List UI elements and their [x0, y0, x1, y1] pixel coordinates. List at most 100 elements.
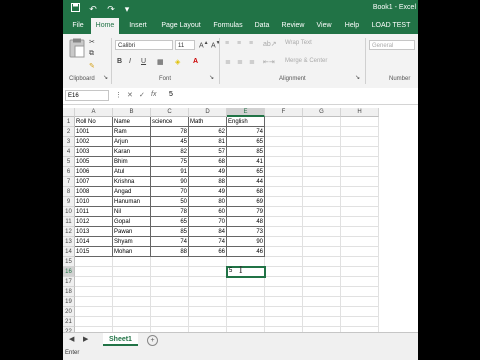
cell[interactable]: [341, 207, 379, 217]
cell[interactable]: [265, 167, 303, 177]
cell[interactable]: [303, 117, 341, 127]
table-cell[interactable]: 65: [151, 217, 189, 227]
wrap-text-button[interactable]: Wrap Text: [285, 40, 312, 46]
cell[interactable]: [227, 287, 265, 297]
cell[interactable]: [265, 187, 303, 197]
cell[interactable]: [113, 257, 151, 267]
undo-icon[interactable]: ↶: [87, 3, 99, 15]
table-cell[interactable]: 41: [227, 157, 265, 167]
cell[interactable]: [303, 157, 341, 167]
table-cell[interactable]: 74: [151, 237, 189, 247]
cell[interactable]: [265, 317, 303, 327]
table-cell[interactable]: Pawan: [113, 227, 151, 237]
tab-data[interactable]: Data: [251, 18, 273, 34]
cell[interactable]: [303, 167, 341, 177]
row-header-3[interactable]: 3: [63, 137, 75, 147]
column-header-b[interactable]: B: [113, 108, 151, 117]
table-cell[interactable]: 85: [227, 147, 265, 157]
table-cell[interactable]: 79: [227, 207, 265, 217]
row-header-9[interactable]: 9: [63, 197, 75, 207]
row-header-15[interactable]: 15: [63, 257, 75, 267]
table-cell[interactable]: 60: [189, 207, 227, 217]
tab-insert[interactable]: Insert: [125, 18, 151, 34]
orientation-icon[interactable]: ab↗: [263, 40, 277, 48]
cell[interactable]: [227, 277, 265, 287]
cell[interactable]: [113, 287, 151, 297]
cell[interactable]: [189, 277, 227, 287]
table-cell[interactable]: 1002: [75, 137, 113, 147]
table-cell[interactable]: 65: [227, 167, 265, 177]
top-align-icon[interactable]: ≡: [225, 40, 229, 47]
table-cell[interactable]: Shyam: [113, 237, 151, 247]
customize-quick-access-icon[interactable]: ▾: [121, 3, 133, 15]
column-header-h[interactable]: H: [341, 108, 379, 117]
cell[interactable]: [151, 287, 189, 297]
cell[interactable]: [75, 317, 113, 327]
cell[interactable]: [265, 307, 303, 317]
tab-review[interactable]: Review: [279, 18, 307, 34]
table-cell[interactable]: 1010: [75, 197, 113, 207]
cell[interactable]: [151, 257, 189, 267]
italic-button[interactable]: I: [129, 58, 131, 65]
cell[interactable]: [303, 267, 341, 277]
sheet-tab-sheet1[interactable]: Sheet1: [103, 333, 138, 346]
table-cell[interactable]: 80: [189, 197, 227, 207]
cell[interactable]: [265, 257, 303, 267]
increase-font-size-icon[interactable]: A▲: [199, 40, 209, 49]
cell[interactable]: [265, 227, 303, 237]
cell[interactable]: [113, 277, 151, 287]
font-size-combo[interactable]: 11: [175, 40, 195, 50]
table-cell[interactable]: 70: [151, 187, 189, 197]
insert-function-button[interactable]: fx: [151, 91, 156, 98]
cell[interactable]: [75, 267, 113, 277]
table-cell[interactable]: 48: [227, 217, 265, 227]
table-cell[interactable]: 74: [189, 237, 227, 247]
cell[interactable]: [265, 277, 303, 287]
cell[interactable]: [341, 187, 379, 197]
number-format-combo[interactable]: General: [369, 40, 415, 50]
table-cell[interactable]: 73: [227, 227, 265, 237]
tab-formulas[interactable]: Formulas: [211, 18, 245, 34]
cell[interactable]: [151, 267, 189, 277]
table-cell[interactable]: 46: [227, 247, 265, 257]
cell[interactable]: [303, 307, 341, 317]
column-header-c[interactable]: C: [151, 108, 189, 117]
cell[interactable]: [151, 317, 189, 327]
tab-home[interactable]: Home: [91, 18, 119, 34]
table-cell[interactable]: 1012: [75, 217, 113, 227]
cell[interactable]: [189, 287, 227, 297]
borders-icon[interactable]: ▦: [157, 58, 164, 66]
cell[interactable]: [341, 157, 379, 167]
table-cell[interactable]: 66: [189, 247, 227, 257]
table-cell[interactable]: 74: [227, 127, 265, 137]
cell[interactable]: [303, 257, 341, 267]
table-cell[interactable]: 78: [151, 207, 189, 217]
table-header-cell[interactable]: Math: [189, 117, 227, 127]
table-cell[interactable]: 88: [189, 177, 227, 187]
table-cell[interactable]: 62: [189, 127, 227, 137]
row-header-2[interactable]: 2: [63, 127, 75, 137]
table-cell[interactable]: 68: [189, 157, 227, 167]
cell[interactable]: [265, 177, 303, 187]
table-cell[interactable]: 1003: [75, 147, 113, 157]
save-icon[interactable]: [69, 3, 81, 15]
row-header-12[interactable]: 12: [63, 227, 75, 237]
cell[interactable]: [303, 147, 341, 157]
table-cell[interactable]: Mohan: [113, 247, 151, 257]
table-header-cell[interactable]: English: [227, 117, 265, 127]
table-cell[interactable]: Bhim: [113, 157, 151, 167]
table-header-cell[interactable]: Name: [113, 117, 151, 127]
spreadsheet-grid[interactable]: A B C D E F G H 1 2 3 4 5 6 7 8 9 10 11 12 13 14 15 16 17 18 19 20 2…: [63, 108, 418, 337]
cell[interactable]: [341, 277, 379, 287]
underline-button[interactable]: U: [141, 58, 146, 65]
cell[interactable]: [227, 297, 265, 307]
row-header-1[interactable]: 1: [63, 117, 75, 127]
cell[interactable]: [341, 177, 379, 187]
cell[interactable]: [303, 137, 341, 147]
cell[interactable]: [303, 287, 341, 297]
table-cell[interactable]: 70: [189, 217, 227, 227]
column-header-f[interactable]: F: [265, 108, 303, 117]
row-header-6[interactable]: 6: [63, 167, 75, 177]
table-cell[interactable]: 90: [227, 237, 265, 247]
plus-icon[interactable]: +: [147, 335, 158, 346]
